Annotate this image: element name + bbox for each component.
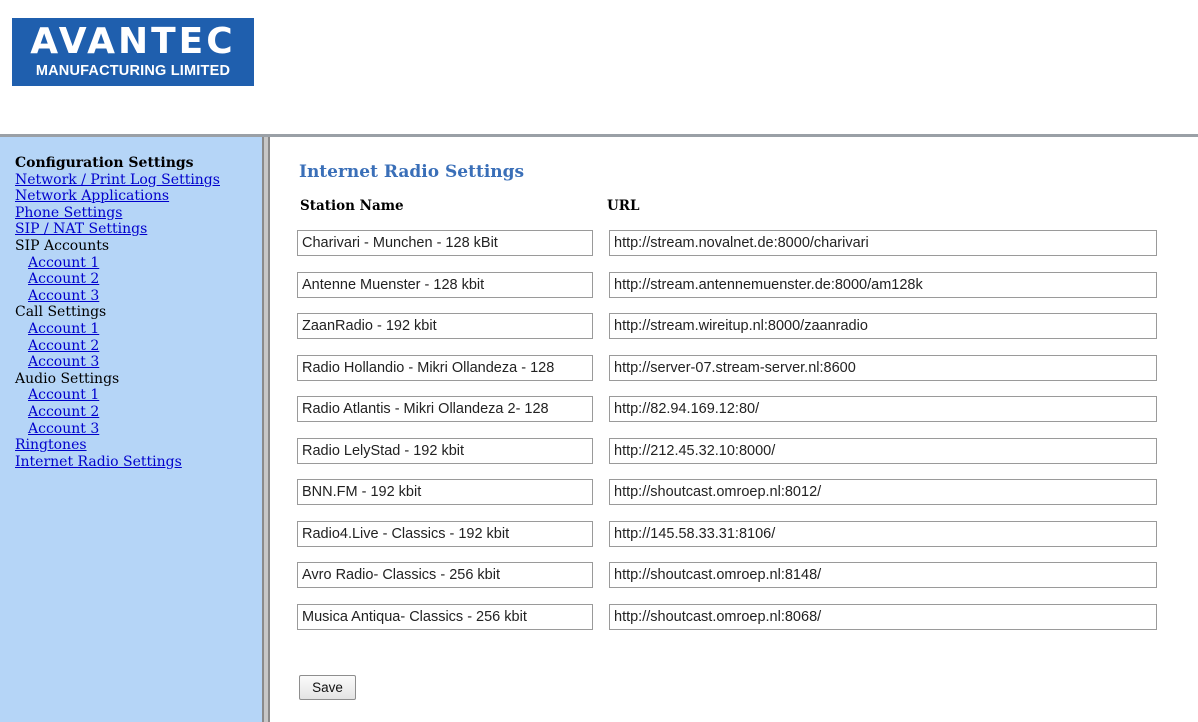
nav-link-sip-account-1[interactable]: Account 1 bbox=[15, 255, 220, 272]
station-url-input[interactable]: http://145.58.33.31:8106/ bbox=[609, 520, 1157, 547]
page-title: Internet Radio Settings bbox=[299, 162, 525, 182]
station-name-input[interactable]: Antenne Muenster - 128 kbit bbox=[297, 271, 593, 298]
nav-link-sip-account-3[interactable]: Account 3 bbox=[15, 288, 220, 305]
nav-link-ringtones[interactable]: Ringtones bbox=[15, 437, 220, 454]
station-name-input[interactable]: BNN.FM - 192 kbit bbox=[297, 479, 593, 505]
nav-link-internet-radio-settings[interactable]: Internet Radio Settings bbox=[15, 454, 220, 471]
nav-link-call-account-1[interactable]: Account 1 bbox=[15, 321, 220, 338]
main-content bbox=[270, 137, 1198, 722]
station-url-input[interactable]: http://stream.antennemuenster.de:8000/am… bbox=[609, 271, 1157, 298]
nav-link-network-applications[interactable]: Network Applications bbox=[15, 188, 220, 205]
sidebar-nav: Configuration Settings Network / Print L… bbox=[15, 155, 220, 470]
save-button[interactable]: Save bbox=[299, 675, 356, 700]
nav-group-call-settings: Call Settings bbox=[15, 304, 107, 321]
station-url-input[interactable]: http://stream.novalnet.de:8000/charivari bbox=[609, 230, 1157, 256]
column-header-station-name: Station Name bbox=[300, 198, 404, 214]
station-name-input[interactable]: Radio4.Live - Classics - 192 kbit bbox=[297, 520, 593, 547]
station-url-input[interactable]: http://82.94.169.12:80/ bbox=[609, 396, 1157, 422]
nav-link-call-account-3[interactable]: Account 3 bbox=[15, 354, 220, 371]
station-name-input[interactable]: Radio Hollandio - Mikri Ollandeza - 128 bbox=[297, 354, 593, 381]
nav-link-audio-account-3[interactable]: Account 3 bbox=[15, 421, 220, 438]
nav-link-network-print-log[interactable]: Network / Print Log Settings bbox=[15, 172, 220, 189]
nav-link-sip-nat-settings[interactable]: SIP / NAT Settings bbox=[15, 221, 220, 238]
nav-link-audio-account-2[interactable]: Account 2 bbox=[15, 404, 220, 421]
nav-link-call-account-2[interactable]: Account 2 bbox=[15, 338, 220, 355]
station-name-input[interactable]: ZaanRadio - 192 kbit bbox=[297, 313, 593, 339]
station-url-input[interactable]: http://stream.wireitup.nl:8000/zaanradio bbox=[609, 313, 1157, 339]
nav-link-sip-account-2[interactable]: Account 2 bbox=[15, 271, 220, 288]
nav-group-sip-accounts: SIP Accounts bbox=[15, 237, 110, 254]
station-url-input[interactable]: http://shoutcast.omroep.nl:8068/ bbox=[609, 603, 1157, 630]
station-url-input[interactable]: http://shoutcast.omroep.nl:8012/ bbox=[609, 479, 1157, 505]
station-name-input[interactable]: Charivari - Munchen - 128 kBit bbox=[297, 230, 593, 256]
sidebar-frame-border[interactable] bbox=[262, 137, 270, 722]
station-name-input[interactable]: Radio Atlantis - Mikri Ollandeza 2- 128 bbox=[297, 396, 593, 422]
station-name-input[interactable]: Musica Antiqua- Classics - 256 kbit bbox=[297, 603, 593, 630]
nav-group-audio-settings: Audio Settings bbox=[15, 370, 120, 387]
nav-heading: Configuration Settings bbox=[15, 155, 194, 171]
logo-wordmark: AVANTEC bbox=[30, 21, 236, 62]
column-header-url: URL bbox=[607, 198, 640, 214]
station-name-input[interactable]: Radio LelyStad - 192 kbit bbox=[297, 437, 593, 464]
nav-link-audio-account-1[interactable]: Account 1 bbox=[15, 387, 220, 404]
avantec-logo: AVANTEC MANUFACTURING LIMITED bbox=[12, 18, 254, 86]
station-url-input[interactable]: http://shoutcast.omroep.nl:8148/ bbox=[609, 562, 1157, 588]
station-name-input[interactable]: Avro Radio- Classics - 256 kbit bbox=[297, 562, 593, 588]
station-url-input[interactable]: http://server-07.stream-server.nl:8600 bbox=[609, 354, 1157, 381]
logo-subtitle: MANUFACTURING LIMITED bbox=[35, 63, 231, 79]
station-url-input[interactable]: http://212.45.32.10:8000/ bbox=[609, 437, 1157, 464]
nav-link-phone-settings[interactable]: Phone Settings bbox=[15, 205, 220, 222]
